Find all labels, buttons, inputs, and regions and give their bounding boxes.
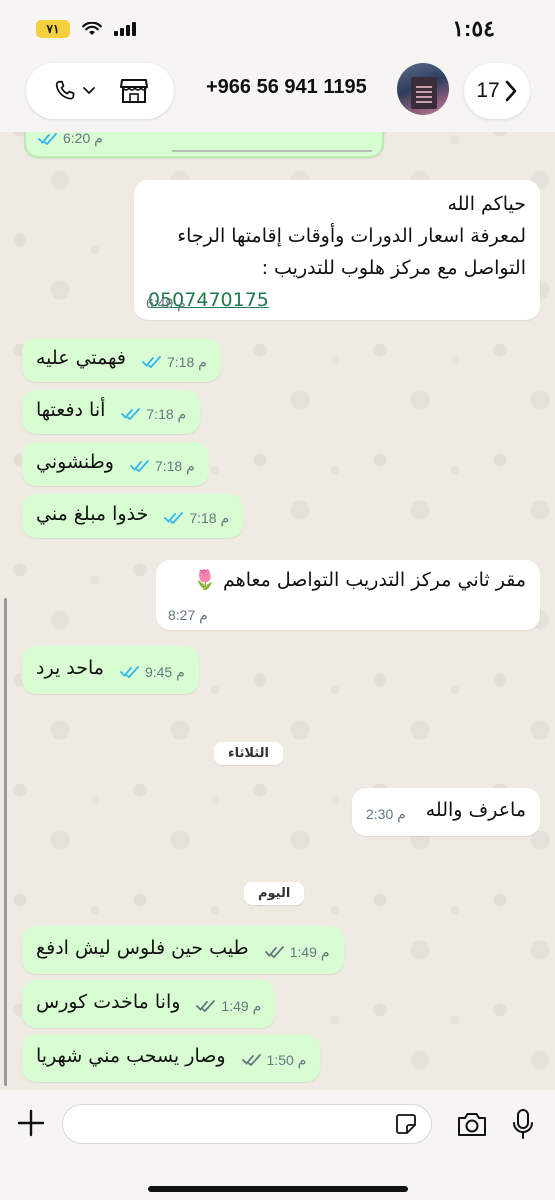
sent-ticks-icon [196, 1000, 216, 1012]
chevron-right-icon [505, 80, 516, 102]
message-meta: 7:18 م [121, 398, 186, 423]
message-meta: 1:49 م [196, 990, 261, 1015]
message-time: 6:20 م [63, 132, 103, 146]
message-bubble[interactable]: 6:20 م [24, 132, 384, 158]
message-bubble[interactable]: ماعرف والله 2:30 م [352, 788, 540, 836]
read-ticks-icon [130, 460, 149, 472]
message-text: فهمتي عليه [36, 347, 126, 369]
message-meta: 6:49 م [146, 295, 186, 312]
call-button[interactable] [52, 78, 96, 104]
message-list: 6:20 م حياكم الله لمعرفة اسعار الدورات و… [0, 132, 555, 1090]
status-bar: ٧١ ١:٥٤ [0, 0, 555, 60]
message-text: حياكم الله لمعرفة اسعار الدورات وأوقات إ… [177, 193, 526, 279]
message-bubble[interactable]: وانا ماخدت كورس 1:49 م [22, 980, 276, 1028]
message-meta: 7:18 م [164, 502, 229, 527]
status-time: ١:٥٤ [452, 16, 495, 41]
sent-ticks-icon [264, 946, 284, 958]
sent-ticks-icon [241, 1054, 261, 1066]
message-bubble[interactable]: حياكم الله لمعرفة اسعار الدورات وأوقات إ… [134, 180, 540, 320]
status-indicators: ٧١ [36, 20, 136, 38]
camera-icon[interactable] [456, 1110, 488, 1138]
message-time: 1:49 م [221, 997, 262, 1014]
message-meta: 9:45 م [120, 656, 185, 681]
message-text: وانا ماخدت كورس [36, 991, 181, 1013]
read-ticks-icon [38, 132, 57, 145]
chat-header: +966 56 941 1195 17 [0, 60, 555, 132]
day-separator: اليوم [244, 882, 305, 905]
message-bubble[interactable]: وطنشوني 7:18 م [22, 442, 209, 486]
message-time: 7:18 م [166, 353, 207, 370]
message-meta: 8:27 م [168, 607, 208, 624]
message-time: 2:30 م [366, 805, 406, 822]
message-time: 7:18 م [154, 457, 195, 474]
message-meta: 7:18 م [142, 346, 207, 371]
message-text: وطنشوني [36, 451, 114, 473]
message-bubble[interactable]: وصار يسحب مني شهريا 1:50 م [22, 1034, 321, 1082]
message-meta: 6:20 م [38, 132, 103, 147]
message-bubble[interactable]: خذوا مبلغ مني 7:18 م [22, 494, 244, 538]
message-time: 6:49 م [146, 295, 186, 311]
message-time: 9:45 م [144, 663, 185, 680]
battery-indicator: ٧١ [36, 20, 70, 38]
read-ticks-icon [142, 356, 161, 368]
scrollbar[interactable] [4, 598, 7, 1086]
message-text: أنا دفعتها [36, 399, 106, 421]
header-actions [26, 63, 174, 119]
message-bubble[interactable]: أنا دفعتها 7:18 م [22, 390, 201, 434]
message-meta: 1:50 م [241, 1044, 307, 1069]
chevron-down-icon [82, 87, 95, 95]
day-separator: الثلاثاء [214, 742, 283, 765]
message-text: ماعرف والله [425, 799, 526, 821]
message-text: ماحد يرد [36, 657, 104, 679]
sticker-icon[interactable] [394, 1112, 418, 1136]
message-time: 1:50 م [266, 1051, 307, 1068]
phone-icon [55, 80, 75, 100]
message-time: 8:27 م [168, 607, 208, 623]
read-ticks-icon [121, 408, 141, 420]
message-meta: 1:49 م [264, 936, 330, 961]
message-input[interactable] [62, 1104, 432, 1144]
message-meta: 2:30 م [366, 798, 406, 823]
unread-count: 17 [476, 79, 500, 102]
back-button[interactable]: 17 [464, 63, 530, 119]
message-text: طيب حين فلوس ليش ادفع [36, 937, 249, 959]
home-indicator [148, 1186, 408, 1192]
message-bubble[interactable]: مقر ثاني مركز التدريب التواصل معاهم 🌷 8:… [156, 560, 540, 630]
message-text: وصار يسحب مني شهريا [36, 1045, 226, 1067]
read-ticks-icon [120, 666, 139, 678]
message-bubble[interactable]: ماحد يرد 9:45 م [22, 646, 199, 694]
message-bubble[interactable]: فهمتي عليه 7:18 م [22, 338, 221, 382]
message-time: 7:18 م [146, 405, 187, 422]
wifi-icon [82, 22, 102, 35]
battery-level: ٧١ [46, 22, 60, 36]
contact-avatar[interactable] [397, 63, 449, 115]
message-text: خذوا مبلغ مني [36, 503, 149, 525]
plus-icon[interactable] [16, 1108, 46, 1138]
message-bubble[interactable]: طيب حين فلوس ليش ادفع 1:49 م [22, 926, 344, 974]
message-meta: 7:18 م [130, 450, 195, 475]
composer-bar [0, 1090, 555, 1200]
signal-icon [114, 22, 136, 36]
read-ticks-icon [164, 512, 184, 524]
message-time: 1:49 م [289, 943, 330, 960]
message-time: 7:18 م [189, 509, 230, 526]
contact-name[interactable]: +966 56 941 1195 [206, 76, 367, 99]
message-text: مقر ثاني مركز التدريب التواصل معاهم 🌷 [193, 569, 526, 591]
store-icon[interactable] [119, 77, 149, 105]
mic-icon[interactable] [512, 1108, 534, 1140]
